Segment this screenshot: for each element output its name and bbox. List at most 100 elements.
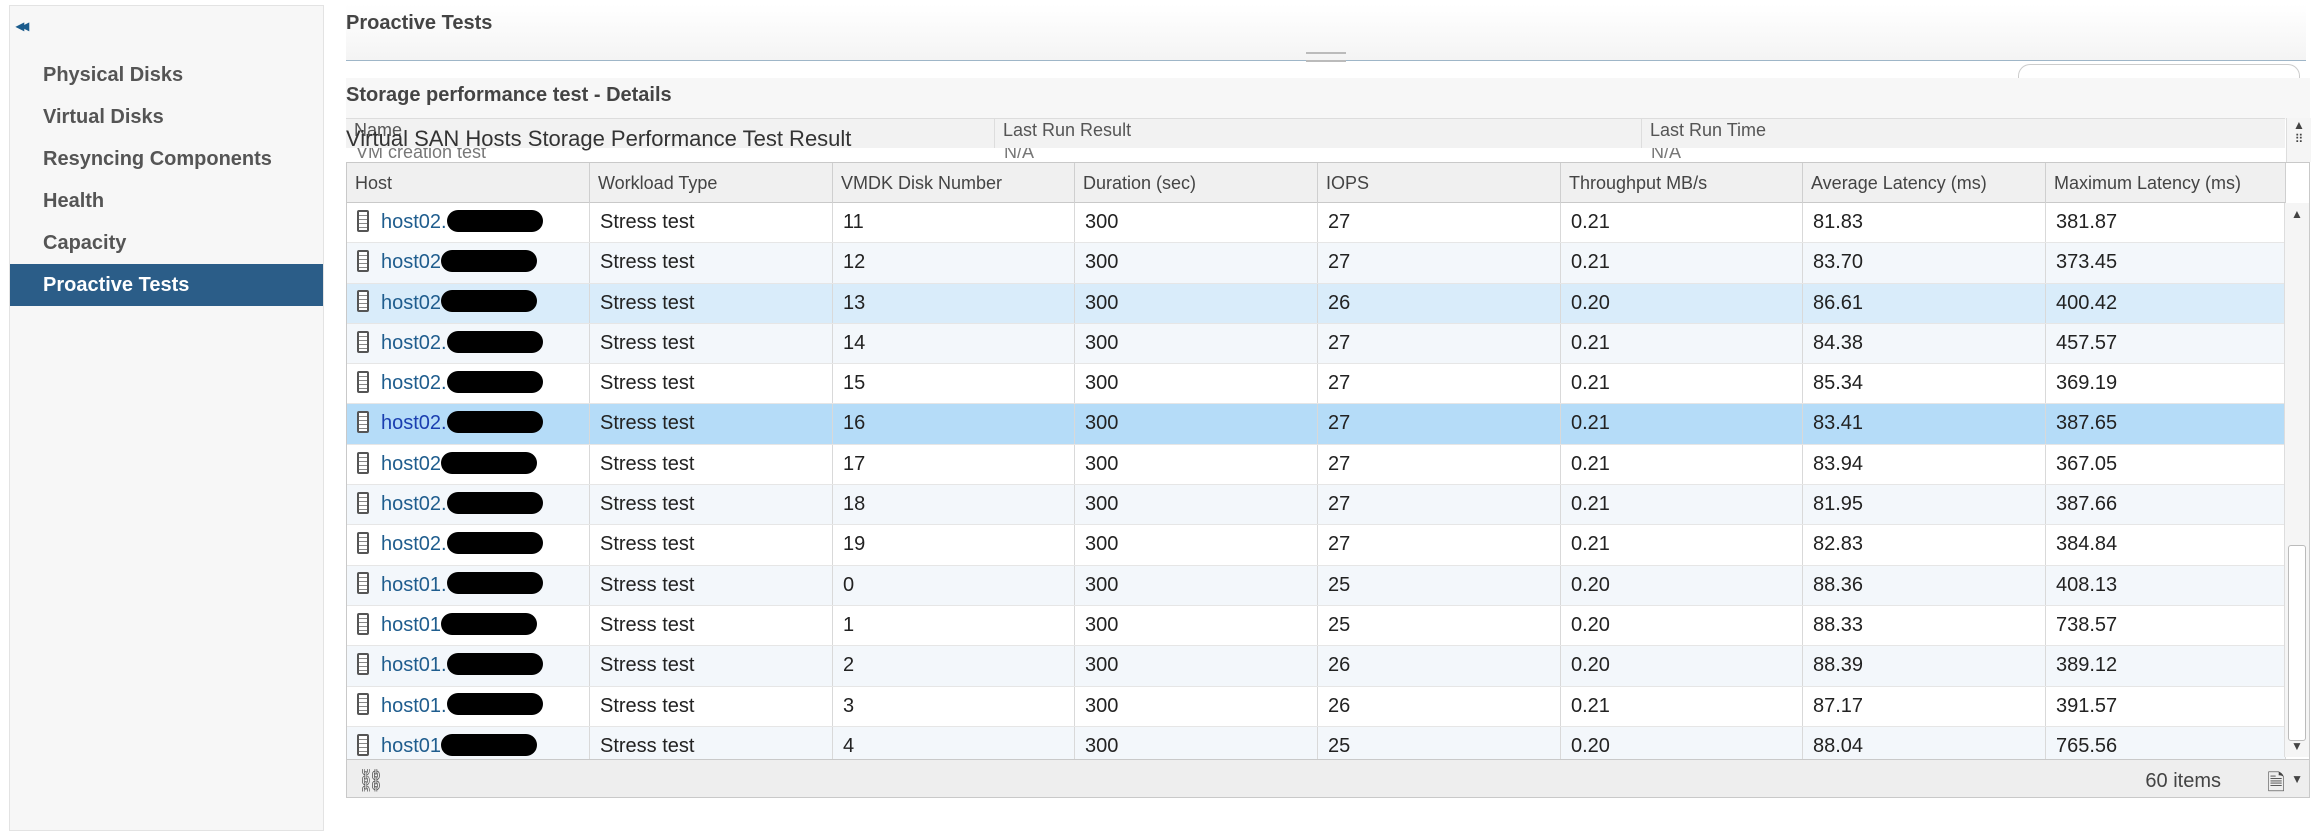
scroll-up-icon[interactable]: ▲ <box>2289 207 2305 221</box>
table-row[interactable]: host02 Stress test 12 300 27 0.21 83.70 373.45 <box>347 243 2286 284</box>
throughput-cell: 0.20 <box>1561 605 1803 646</box>
sidebar-item-capacity[interactable]: Capacity <box>10 222 323 264</box>
workload-type-cell: Stress test <box>590 444 833 485</box>
host-link[interactable]: host02 <box>381 251 441 273</box>
vmdk-disk-number-cell: 14 <box>833 323 1075 364</box>
host-link[interactable]: host01. <box>381 695 447 717</box>
server-icon <box>357 209 369 232</box>
throughput-cell: 0.20 <box>1561 565 1803 605</box>
maximum-latency-cell: 369.19 <box>2046 364 2286 404</box>
vmdk-disk-number-cell: 17 <box>833 444 1075 485</box>
column-header-workload-type[interactable]: Workload Type <box>590 163 833 203</box>
sidebar-item-resyncing-components[interactable]: Resyncing Components <box>10 138 323 180</box>
host-link[interactable]: host02. <box>381 332 447 354</box>
column-header-last-run-result[interactable]: Last Run Result <box>994 119 1642 149</box>
host-link[interactable]: host02. <box>381 412 447 434</box>
redaction-mark <box>446 652 543 675</box>
vmdk-disk-number-cell: 18 <box>833 485 1075 525</box>
host-cell: host02. <box>347 525 590 565</box>
duration-cell: 300 <box>1075 323 1318 364</box>
vmdk-disk-number-cell: 3 <box>833 686 1075 726</box>
redaction-mark <box>446 411 543 434</box>
column-header-average-latency[interactable]: Average Latency (ms) <box>1803 163 2046 203</box>
vmdk-disk-number-cell: 16 <box>833 404 1075 444</box>
binoculars-icon[interactable]: ⛓ <box>357 768 385 794</box>
duration-cell: 300 <box>1075 686 1318 726</box>
server-icon <box>357 532 369 555</box>
redaction-mark <box>446 572 543 595</box>
table-row[interactable]: host02. Stress test 11 300 27 0.21 81.83 381.87 <box>347 203 2286 244</box>
column-header-duration[interactable]: Duration (sec) <box>1075 163 1318 203</box>
average-latency-cell: 83.94 <box>1803 444 2046 485</box>
host-link[interactable]: host01. <box>381 574 447 596</box>
sidebar-item-proactive-tests[interactable]: Proactive Tests <box>10 264 323 306</box>
redaction-mark <box>441 250 538 273</box>
host-link[interactable]: host02. <box>381 533 447 555</box>
vmdk-disk-number-cell: 15 <box>833 364 1075 404</box>
table-row[interactable]: host02. Stress test 19 300 27 0.21 82.83 384.84 <box>347 525 2286 566</box>
throughput-cell: 0.21 <box>1561 525 1803 565</box>
vmdk-disk-number-cell: 0 <box>833 565 1075 605</box>
sidebar-item-physical-disks[interactable]: Physical Disks <box>10 54 323 96</box>
host-link[interactable]: host01 <box>381 735 441 757</box>
sidebar-item-health[interactable]: Health <box>10 180 323 222</box>
collapse-sidebar-icon[interactable]: ◂◂ <box>16 16 29 36</box>
grid-scrollbar[interactable]: ▲ ▼ <box>2284 203 2309 757</box>
workload-type-cell: Stress test <box>590 203 833 243</box>
column-header-host[interactable]: Host <box>347 163 590 203</box>
redaction-mark <box>441 733 538 756</box>
column-header-last-run-time[interactable]: Last Run Time <box>1641 119 2285 149</box>
host-cell: host02. <box>347 485 590 525</box>
scroll-thumb[interactable] <box>2288 545 2306 741</box>
maximum-latency-cell: 381.87 <box>2046 203 2286 243</box>
average-latency-cell: 87.17 <box>1803 686 2046 726</box>
average-latency-cell: 85.34 <box>1803 364 2046 404</box>
table-row[interactable]: host02. Stress test 15 300 27 0.21 85.34 369.19 <box>347 364 2286 405</box>
workload-type-cell: Stress test <box>590 646 833 686</box>
sidebar-nav: Physical Disks Virtual Disks Resyncing C… <box>10 54 323 306</box>
server-icon <box>357 572 369 595</box>
table-row[interactable]: host01. Stress test 0 300 25 0.20 88.36 408.13 <box>347 565 2286 606</box>
chevron-down-icon[interactable]: ▼ <box>2291 772 2303 786</box>
table-row[interactable]: host02 Stress test 13 300 26 0.20 86.61 400.42 <box>347 283 2286 324</box>
pane-splitter[interactable] <box>1306 52 1346 62</box>
host-cell: host02. <box>347 323 590 364</box>
sidebar-item-virtual-disks[interactable]: Virtual Disks <box>10 96 323 138</box>
host-link[interactable]: host02. <box>381 493 447 515</box>
table-row[interactable]: host02 Stress test 17 300 27 0.21 83.94 367.05 <box>347 444 2286 486</box>
grid-footer: ⛓ 60 items 🗎 ▼ <box>347 759 2309 797</box>
host-cell: host01 <box>347 605 590 646</box>
host-link[interactable]: host02 <box>381 453 441 475</box>
redaction-mark <box>446 330 543 353</box>
server-icon <box>357 652 369 675</box>
duration-cell: 300 <box>1075 605 1318 646</box>
vmdk-disk-number-cell: 13 <box>833 283 1075 323</box>
iops-cell: 26 <box>1318 646 1561 686</box>
host-link[interactable]: host01. <box>381 654 447 676</box>
export-icon[interactable]: 🗎 <box>2267 766 2285 797</box>
upper-scrollbar[interactable]: ▲ ⠿ <box>2286 118 2311 162</box>
column-header-maximum-latency[interactable]: Maximum Latency (ms) <box>2046 163 2286 203</box>
table-row[interactable]: host02. Stress test 16 300 27 0.21 83.41 387.65 <box>347 404 2286 445</box>
host-link[interactable]: host02. <box>381 211 447 233</box>
workload-type-cell: Stress test <box>590 525 833 565</box>
workload-type-cell: Stress test <box>590 565 833 605</box>
host-link[interactable]: host02. <box>381 372 447 394</box>
column-header-vmdk-disk-number[interactable]: VMDK Disk Number <box>833 163 1075 203</box>
column-header-throughput[interactable]: Throughput MB/s <box>1561 163 1803 203</box>
table-row[interactable]: host02. Stress test 18 300 27 0.21 81.95 387.66 <box>347 485 2286 526</box>
maximum-latency-cell: 387.65 <box>2046 404 2286 444</box>
host-link[interactable]: host01 <box>381 614 441 636</box>
column-header-iops[interactable]: IOPS <box>1318 163 1561 203</box>
maximum-latency-cell: 389.12 <box>2046 646 2286 686</box>
duration-cell: 300 <box>1075 364 1318 404</box>
table-row[interactable]: host01. Stress test 3 300 26 0.21 87.17 391.57 <box>347 686 2286 727</box>
table-row[interactable]: host01. Stress test 2 300 26 0.20 88.39 389.12 <box>347 646 2286 687</box>
scroll-down-icon[interactable]: ▼ <box>2289 739 2305 753</box>
average-latency-cell: 83.70 <box>1803 243 2046 283</box>
table-row[interactable]: host02. Stress test 14 300 27 0.21 84.38 457.57 <box>347 323 2286 365</box>
host-link[interactable]: host02 <box>381 292 441 314</box>
workload-type-cell: Stress test <box>590 686 833 726</box>
table-row[interactable]: host01 Stress test 1 300 25 0.20 88.33 738.57 <box>347 605 2286 647</box>
server-icon <box>357 370 369 393</box>
